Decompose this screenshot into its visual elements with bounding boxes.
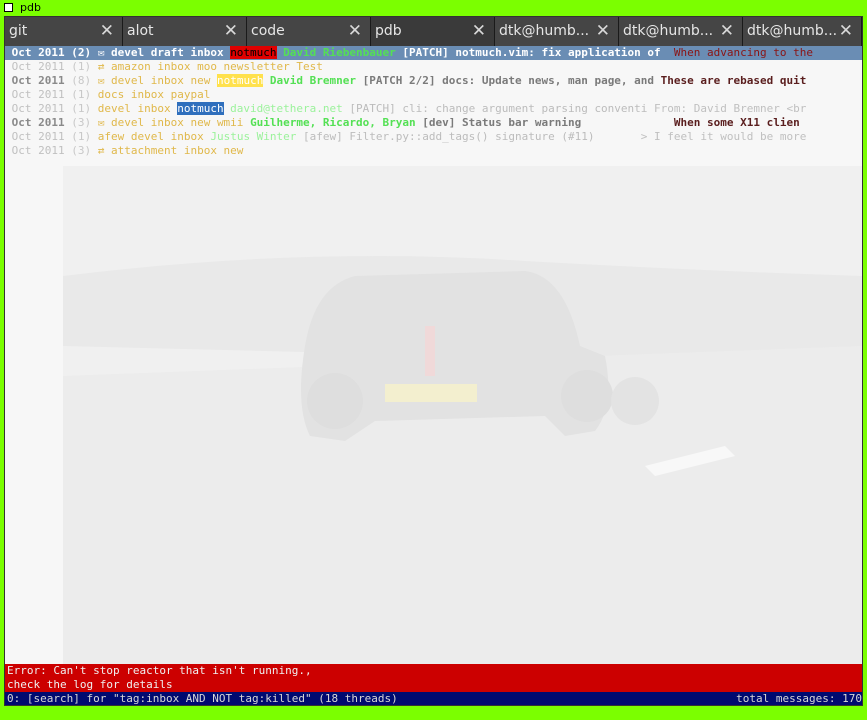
application-window: pdb git ✕ alot ✕ code ✕ pdb ✕ dtk@humb..… [0, 0, 867, 720]
thread-date: Oct 2011 [5, 130, 72, 143]
thread-field: From: David Bremner <br [654, 102, 807, 115]
tab-dtk-2[interactable]: dtk@humb... ✕ [619, 17, 743, 46]
thread-count: (8) [71, 74, 92, 87]
close-icon[interactable]: ✕ [348, 22, 362, 40]
thread-field: ✉ devel inbox new [91, 74, 217, 87]
thread-field: > I feel it would be more [640, 130, 807, 143]
thread-row[interactable]: Oct 2011 (8) ✉ devel inbox new notmuch D… [5, 74, 862, 88]
tab-label: dtk@humb... [499, 23, 590, 39]
thread-field: [dev] Status bar warning [415, 116, 674, 129]
thread-count: (2) [71, 46, 92, 59]
thread-row[interactable]: Oct 2011 (1) afew devel inbox Justus Win… [5, 130, 862, 144]
tab-label: code [251, 23, 285, 39]
tab-dtk-1[interactable]: dtk@humb... ✕ [495, 17, 619, 46]
error-notification: Error: Can't stop reactor that isn't run… [5, 664, 862, 692]
thread-date: Oct 2011 [5, 88, 72, 101]
status-bar: 0: [search] for "tag:inbox AND NOT tag:k… [5, 692, 862, 705]
terminal-frame: git ✕ alot ✕ code ✕ pdb ✕ dtk@humb... ✕ … [4, 16, 863, 706]
thread-date: Oct 2011 [5, 60, 72, 73]
tab-label: git [9, 23, 28, 39]
thread-row[interactable]: Oct 2011 (1) devel inbox notmuch david@t… [5, 102, 862, 116]
close-icon[interactable]: ✕ [100, 22, 114, 40]
thread-list: Oct 2011 (2) ✉ devel draft inbox notmuch… [5, 46, 862, 158]
tab-alot[interactable]: alot ✕ [123, 17, 247, 46]
thread-count: (1) [71, 60, 92, 73]
tab-pdb[interactable]: pdb ✕ [371, 17, 495, 46]
close-icon[interactable]: ✕ [472, 22, 486, 40]
thread-field: notmuch [216, 74, 264, 87]
thread-list-area[interactable]: Oct 2011 (2) ✉ devel draft inbox notmuch… [5, 46, 862, 664]
thread-field: docs inbox paypal [91, 88, 211, 101]
tab-dtk-3[interactable]: dtk@humb... ✕ [743, 17, 862, 46]
tab-code[interactable]: code ✕ [247, 17, 371, 46]
tab-git[interactable]: git ✕ [5, 17, 123, 46]
thread-date: Oct 2011 [5, 144, 72, 157]
thread-row[interactable]: Oct 2011 (1) docs inbox paypal [5, 88, 862, 102]
thread-field: ✉ devel inbox new wmii [91, 116, 251, 129]
thread-field: ✉ devel draft inbox [91, 46, 231, 59]
thread-field: ⇄ amazon inbox moo newsletter Test [91, 60, 323, 73]
thread-date: Oct 2011 [5, 46, 72, 59]
thread-field: notmuch [230, 46, 277, 59]
thread-count: (3) [71, 144, 92, 157]
close-icon[interactable]: ✕ [720, 22, 734, 40]
close-icon[interactable]: ✕ [224, 22, 238, 40]
thread-row[interactable]: Oct 2011 (1) ⇄ amazon inbox moo newslett… [5, 60, 862, 74]
error-line-1: Error: Can't stop reactor that isn't run… [7, 664, 312, 677]
tab-label: dtk@humb... [747, 23, 838, 39]
status-right: total messages: 170 [736, 692, 862, 705]
error-line-2: check the log for details [7, 678, 173, 691]
thread-field: ⇄ attachment inbox new [91, 144, 244, 157]
thread-field: Guilherme, Ricardo, Bryan [250, 116, 416, 129]
thread-field: notmuch [177, 102, 224, 115]
thread-date: Oct 2011 [5, 116, 72, 129]
tab-label: alot [127, 23, 154, 39]
thread-count: (3) [71, 116, 92, 129]
tab-bar: git ✕ alot ✕ code ✕ pdb ✕ dtk@humb... ✕ … [5, 17, 862, 46]
thread-date: Oct 2011 [5, 74, 72, 87]
thread-count: (1) [71, 88, 92, 101]
tab-label: dtk@humb... [623, 23, 714, 39]
close-icon[interactable]: ✕ [596, 22, 610, 40]
thread-row[interactable]: Oct 2011 (3) ✉ devel inbox new wmii Guil… [5, 116, 862, 130]
window-titlebar[interactable]: pdb [0, 0, 867, 16]
thread-field: David Bremner [263, 74, 357, 87]
close-icon[interactable]: ✕ [839, 22, 853, 40]
thread-field: When advancing to the [673, 46, 813, 59]
thread-count: (1) [71, 102, 92, 115]
thread-field: afew devel inbox [91, 130, 211, 143]
thread-date: Oct 2011 [5, 102, 72, 115]
thread-row[interactable]: Oct 2011 (3) ⇄ attachment inbox new [5, 144, 862, 158]
thread-field: [PATCH] notmuch.vim: fix application of [395, 46, 674, 59]
thread-field: Justus Winter [210, 130, 297, 143]
thread-field: [afew] Filter.py::add_tags() signature (… [296, 130, 641, 143]
thread-field: David Riebenbauer [276, 46, 396, 59]
thread-field: [PATCH] cli: change argument parsing con… [342, 102, 655, 115]
thread-field: When some X11 clien [673, 116, 800, 129]
thread-count: (1) [71, 130, 92, 143]
window-menu-icon[interactable] [4, 3, 13, 12]
tab-label: pdb [375, 23, 402, 39]
thread-field: devel inbox [91, 102, 178, 115]
thread-field: david@tethera.net [223, 102, 343, 115]
status-left: 0: [search] for "tag:inbox AND NOT tag:k… [7, 692, 398, 705]
thread-row[interactable]: Oct 2011 (2) ✉ devel draft inbox notmuch… [5, 46, 862, 60]
window-title: pdb [20, 1, 41, 14]
thread-field: These are rebased quit [660, 74, 807, 87]
thread-field: [PATCH 2/2] docs: Update news, man page,… [356, 74, 661, 87]
